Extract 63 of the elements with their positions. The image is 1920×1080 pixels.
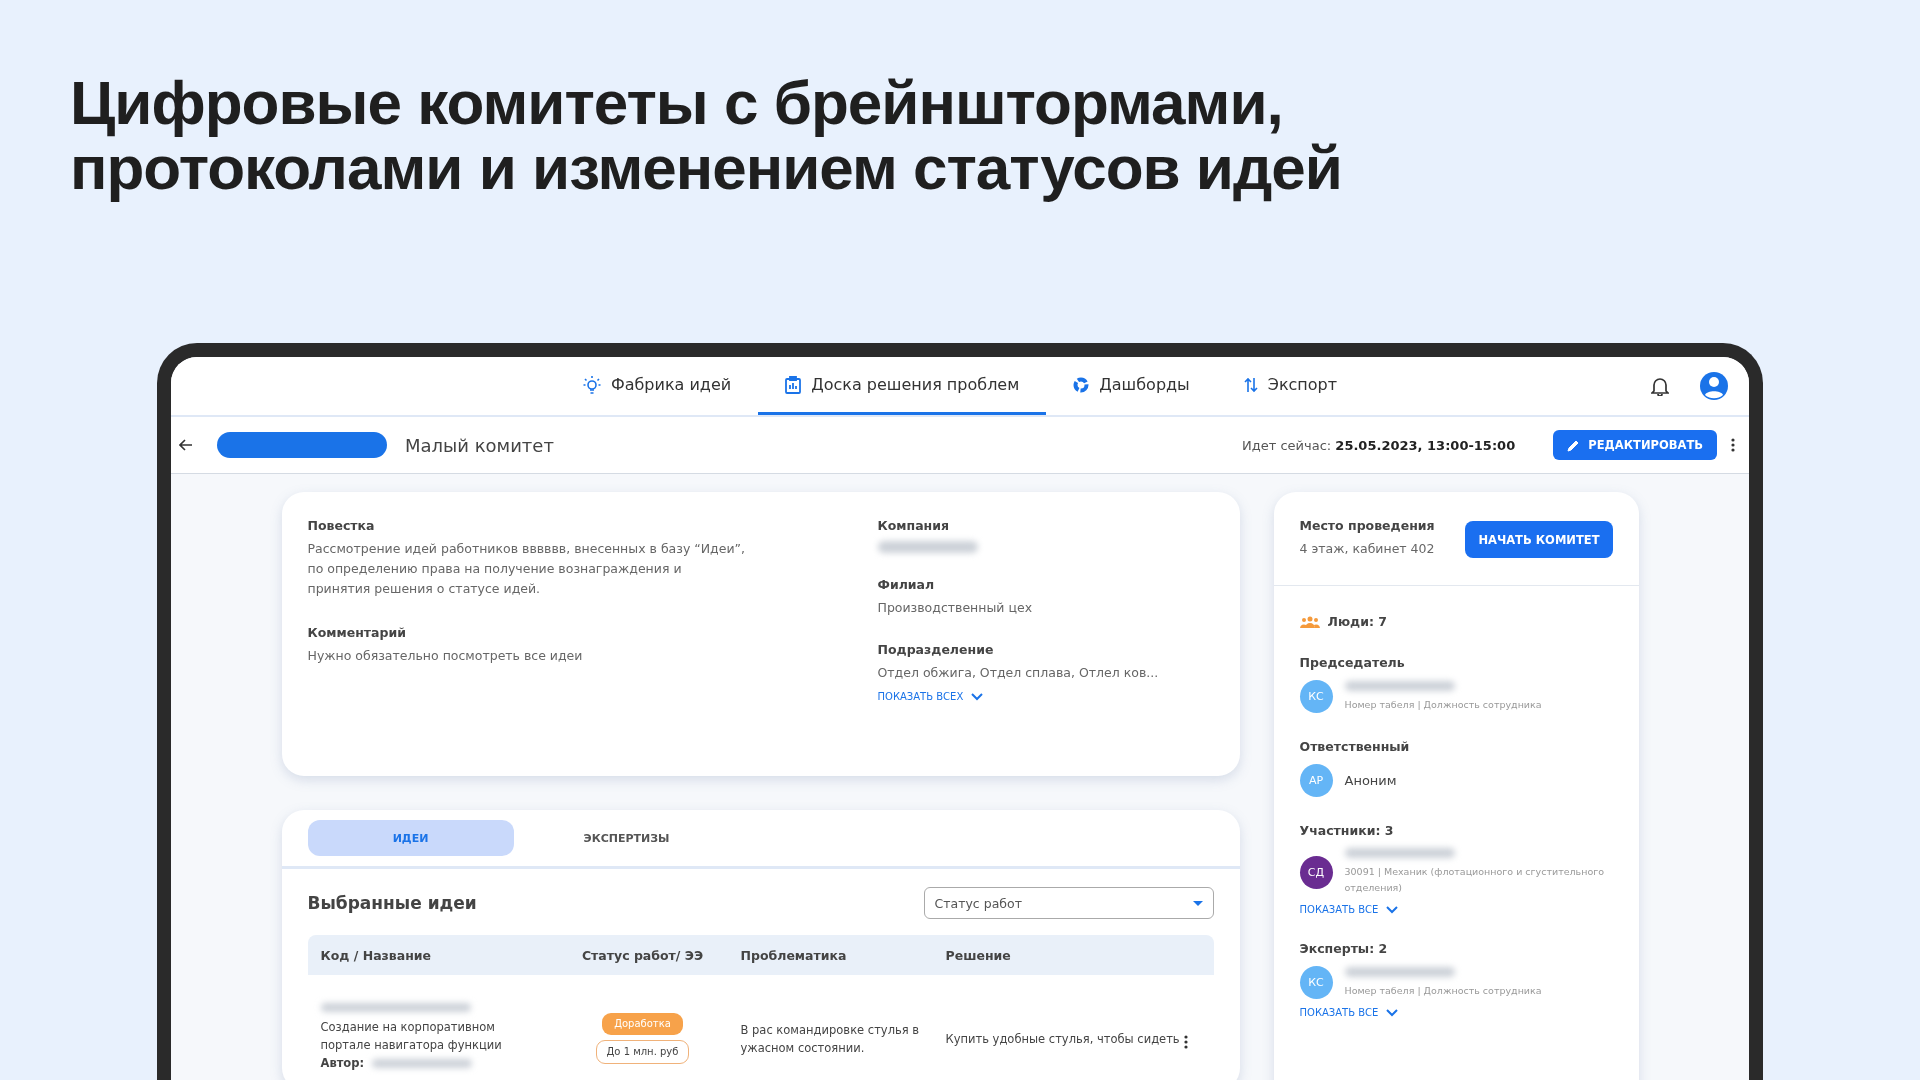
field-value: Нужно обязательно посмотреть все идеи xyxy=(307,647,584,665)
initials-avatar: СД xyxy=(1299,855,1333,889)
column-header: Проблематика xyxy=(727,935,933,975)
more-options-icon[interactable] xyxy=(1731,438,1735,452)
tab[interactable]: ЭКСПЕРТИЗЫ xyxy=(523,820,730,856)
people-group-icon xyxy=(1299,615,1320,628)
pencil-icon xyxy=(1567,438,1581,452)
group-title: Эксперты: 2 xyxy=(1299,941,1389,956)
status-badge: Доработка xyxy=(602,1013,683,1035)
clipboard-icon xyxy=(785,375,802,394)
status-dropdown[interactable]: Статус работ xyxy=(923,887,1214,919)
back-arrow-icon[interactable] xyxy=(179,439,193,451)
page-title: Малый комитет xyxy=(405,434,554,456)
sort-arrows-icon xyxy=(1243,376,1258,393)
member-details: 30091 | Механик (флотационного и сгустительного отделения) xyxy=(1344,865,1605,895)
current-time-text: Идет сейчас: 25.05.2023, 13:00-15:00 xyxy=(1242,437,1516,453)
nav-tab[interactable]: Фабрика идей xyxy=(555,357,759,415)
nav-tab[interactable]: Экспорт xyxy=(1216,357,1365,415)
chevron-down-icon xyxy=(1386,1008,1399,1017)
field-label: Место проведения xyxy=(1299,518,1435,533)
section-title: Выбранные идеи xyxy=(307,893,477,913)
donut-chart-icon xyxy=(1073,376,1090,393)
table-cell: В рас командировке стулья в ужасном состоянии. xyxy=(740,1023,920,1055)
field-label: Комментарий xyxy=(307,625,407,640)
column-header: Код / Название xyxy=(307,935,558,975)
field-label: Подразделение xyxy=(877,642,995,657)
field-value: Производственный цех xyxy=(877,599,1034,617)
member-details: Номер табеля | Должность сотрудника xyxy=(1344,697,1542,712)
show-all-link[interactable]: ПОКАЗАТЬ ВСЕХ xyxy=(877,691,1159,702)
group-title: Участники: 3 xyxy=(1299,823,1395,838)
group-title: Председатель xyxy=(1299,655,1406,670)
author-label: Автор: xyxy=(320,1055,365,1072)
notification-bell-icon[interactable] xyxy=(1651,376,1669,396)
field-value: Отдел обжига, Отдел сплава, Отлел ков... xyxy=(877,664,1159,682)
edit-button[interactable]: РЕДАКТИРОВАТЬ xyxy=(1553,430,1717,460)
member-details: Номер табеля | Должность сотрудника xyxy=(1344,983,1542,998)
lightbulb-icon xyxy=(582,374,601,395)
group-title: Ответственный xyxy=(1299,739,1411,754)
field-value: Рассмотрение идей работников вввввв, внесенных в базу “Идеи”, по определению права на получение вознаграждения и принятия решения о статусе идей. xyxy=(307,540,746,598)
field-label: Филиал xyxy=(877,577,936,592)
people-count: Люди: 7 xyxy=(1327,614,1387,629)
dropdown-caret-icon xyxy=(1192,900,1203,906)
nav-tab[interactable]: Дашборды xyxy=(1046,357,1217,415)
field-value: 4 этаж, кабинет 402 xyxy=(1299,540,1435,558)
initials-avatar: КС xyxy=(1299,966,1333,999)
show-all-link[interactable]: ПОКАЗАТЬ ВСЕ xyxy=(1299,1007,1399,1018)
member-name: Аноним xyxy=(1344,773,1397,788)
initials-avatar: КС xyxy=(1299,680,1333,713)
field-label: Повестка xyxy=(307,518,376,533)
column-header: Статус работ/ ЭЭ xyxy=(557,935,728,975)
start-committee-button[interactable]: НАЧАТЬ КОМИТЕТ xyxy=(1465,521,1613,558)
more-options-icon[interactable] xyxy=(1183,1035,1188,1049)
idea-name: Создание на корпоративном портале навигатора функции xyxy=(320,1020,502,1052)
headline: Цифровые комитеты с брейнштормами, xyxy=(70,70,1284,136)
initials-avatar: АР xyxy=(1299,764,1333,797)
user-avatar-icon[interactable] xyxy=(1699,371,1729,401)
show-all-link[interactable]: ПОКАЗАТЬ ВСЕ xyxy=(1299,904,1399,915)
table-cell: Купить удобные стулья, чтобы сидеть xyxy=(945,1032,1180,1046)
effect-badge: До 1 млн. руб xyxy=(595,1040,690,1064)
chevron-down-icon xyxy=(971,692,984,701)
column-header: Решение xyxy=(932,935,1214,975)
chevron-down-icon xyxy=(1386,905,1399,914)
field-label: Компания xyxy=(877,518,950,533)
